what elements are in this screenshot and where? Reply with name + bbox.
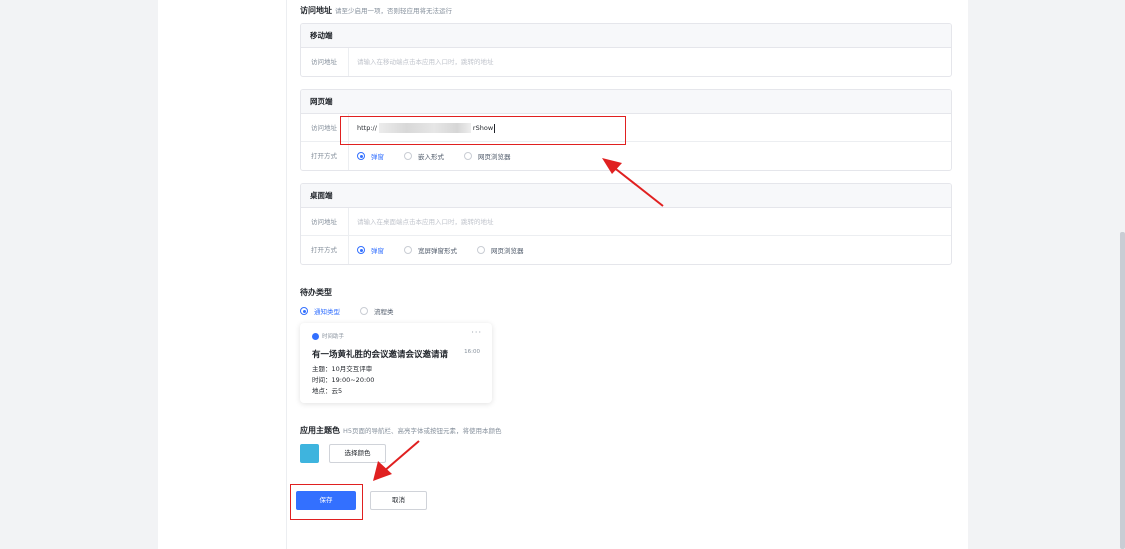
annotation-arrow-icon bbox=[373, 440, 420, 481]
annotation-arrows bbox=[373, 158, 664, 481]
annotation-arrow-icon bbox=[602, 158, 664, 207]
